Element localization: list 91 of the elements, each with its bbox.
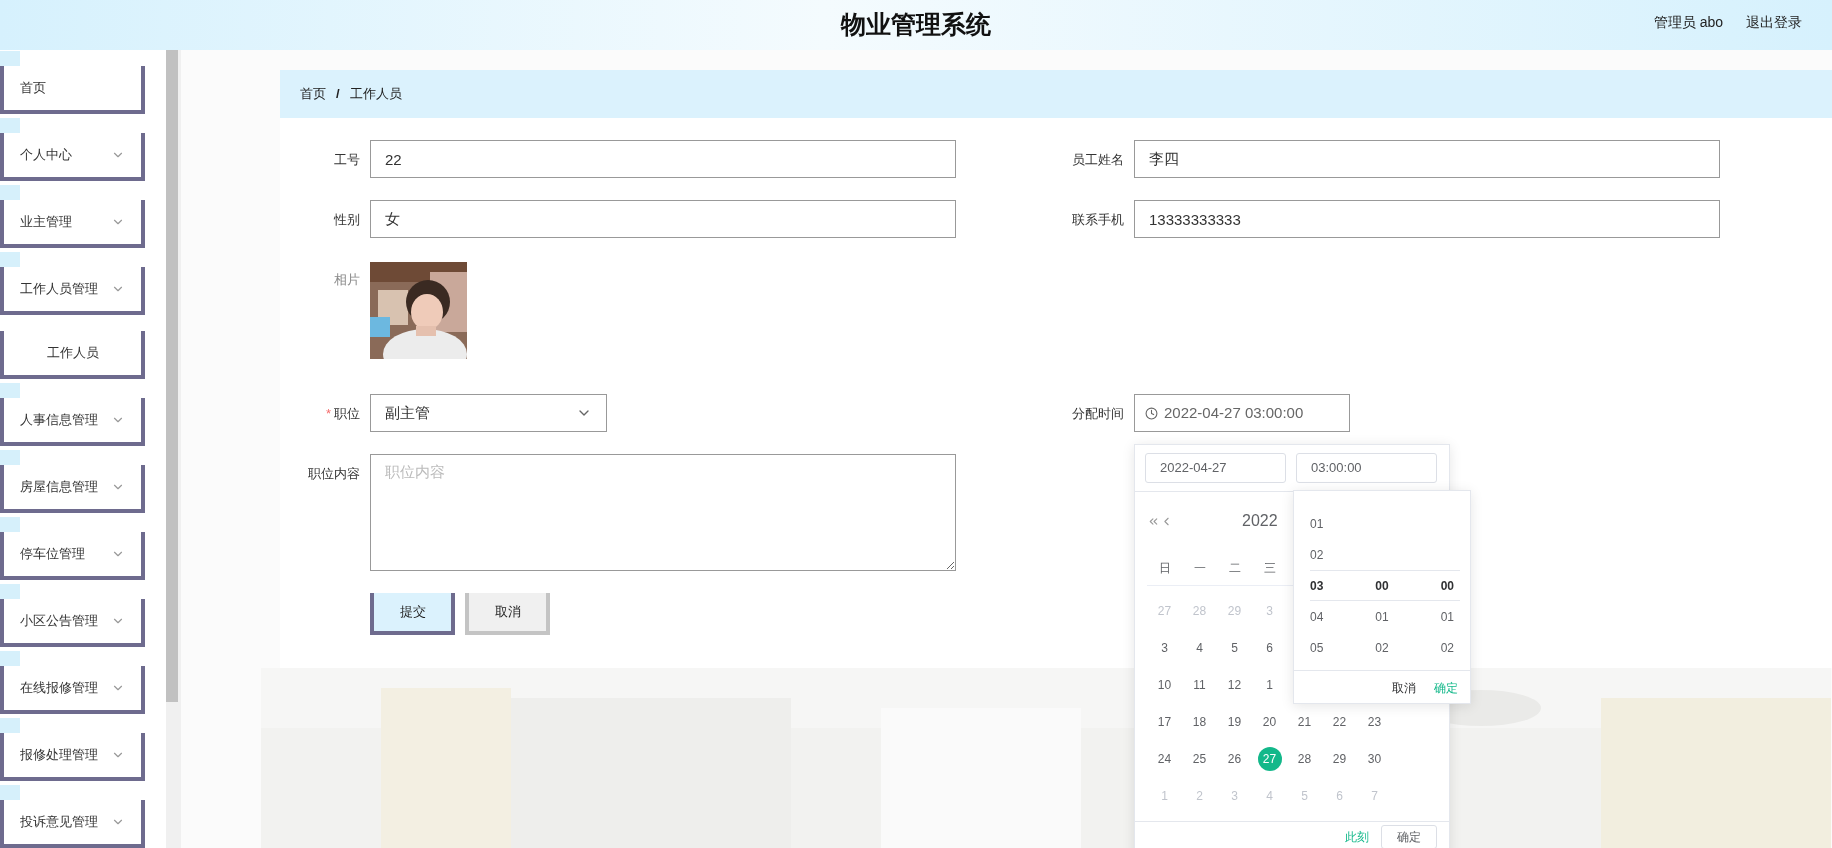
field-label: 员工姓名 <box>1072 151 1124 169</box>
field-label: 性别 <box>334 211 360 229</box>
calendar-day[interactable]: 12 <box>1227 675 1242 694</box>
calendar-day[interactable]: 23 <box>1367 712 1382 731</box>
calendar-day[interactable]: 28 <box>1297 749 1312 768</box>
datetime-field[interactable]: 2022-04-27 03:00:00 <box>1134 394 1350 432</box>
breadcrumb-link[interactable]: 首页 <box>300 84 326 104</box>
calendar-day[interactable]: 20 <box>1262 712 1277 731</box>
calendar-day[interactable]: 19 <box>1227 712 1242 731</box>
sidebar-item[interactable]: 停车位管理 <box>0 532 145 580</box>
required-mark: * <box>325 405 331 423</box>
calendar-day[interactable]: 22 <box>1332 712 1347 731</box>
text-field[interactable]: 13333333333 <box>1134 200 1720 238</box>
sidebar-marker <box>0 718 20 733</box>
sidebar-marker <box>0 185 20 200</box>
sidebar-marker <box>0 51 20 66</box>
user-label: 管理员 abo <box>1653 12 1723 32</box>
sidebar-item[interactable]: 在线报修管理 <box>0 666 145 714</box>
calendar-day[interactable]: 3 <box>1161 638 1168 657</box>
calendar-day[interactable]: 4 <box>1196 638 1203 657</box>
sidebar-item[interactable]: 报修处理管理 <box>0 733 145 781</box>
calendar-day[interactable]: 29 <box>1332 749 1347 768</box>
calendar-day[interactable]: 1 <box>1266 675 1273 694</box>
calendar-day[interactable]: 5 <box>1231 638 1238 657</box>
time-option[interactable]: 02 <box>1375 638 1389 657</box>
calendar-day[interactable]: 30 <box>1367 749 1382 768</box>
weekday-label: 二 <box>1227 559 1242 577</box>
calendar-year: 2022 <box>1242 511 1278 531</box>
weekday-label: 一 <box>1192 559 1207 577</box>
sidebar-item[interactable]: 房屋信息管理 <box>0 465 145 513</box>
sidebar-marker <box>0 383 20 398</box>
field-label: 联系手机 <box>1072 211 1124 229</box>
scrollbar-thumb[interactable] <box>166 50 178 702</box>
time-option[interactable]: 01 <box>1375 607 1389 626</box>
sidebar-marker <box>0 118 20 133</box>
logout-link[interactable]: 退出登录 <box>1746 11 1802 33</box>
cancel-button[interactable]: 取消 <box>465 593 550 635</box>
select-field[interactable]: 副主管 <box>370 394 607 432</box>
breadcrumb-link[interactable]: 工作人员 <box>349 84 402 104</box>
sidebar-item[interactable]: 工作人员管理 <box>0 267 145 315</box>
sidebar-marker <box>0 252 20 267</box>
sidebar-item[interactable]: 首页 <box>0 66 145 114</box>
time-option[interactable]: 04 <box>1310 607 1324 626</box>
time-option[interactable]: 00 <box>1375 576 1389 595</box>
text-field[interactable]: 22 <box>370 140 956 178</box>
sidebar-marker <box>0 651 20 666</box>
time-option[interactable]: 01 <box>1440 607 1454 626</box>
time-option[interactable]: 03 <box>1310 576 1324 595</box>
calendar-day[interactable]: 18 <box>1192 712 1207 731</box>
calendar-day[interactable]: 10 <box>1157 675 1172 694</box>
field-label: 职位内容 <box>308 465 360 483</box>
date-field[interactable]: 2022-04-27 <box>1145 453 1286 483</box>
time-option[interactable]: 02 <box>1440 638 1454 657</box>
field-label: 相片 <box>334 271 360 289</box>
calendar-day[interactable]: 24 <box>1157 749 1172 768</box>
confirm-button[interactable]: 确定 <box>1381 825 1437 848</box>
cancel-button[interactable]: 取消 <box>1392 678 1416 697</box>
calendar-day[interactable]: 26 <box>1227 749 1242 768</box>
time-field[interactable]: 03:00:00 <box>1296 453 1437 483</box>
sidebar-item[interactable]: 人事信息管理 <box>0 398 145 446</box>
text-field[interactable]: 李四 <box>1134 140 1720 178</box>
sidebar-marker <box>0 517 20 532</box>
clock-icon <box>1145 406 1158 420</box>
field-label: 工号 <box>334 151 360 169</box>
weekday-label: 日 <box>1157 559 1172 577</box>
sidebar-item[interactable]: 工作人员 <box>0 331 145 379</box>
sidebar-item[interactable]: 小区公告管理 <box>0 599 145 647</box>
app-title: 物业管理系统 <box>841 9 991 41</box>
sidebar-item[interactable]: 业主管理 <box>0 200 145 248</box>
calendar-day[interactable]: 25 <box>1192 749 1207 768</box>
time-option[interactable]: 01 <box>1310 514 1324 533</box>
breadcrumb-separator: / <box>336 85 340 104</box>
textarea-field[interactable]: 职位内容 <box>370 454 956 571</box>
submit-button[interactable]: 提交 <box>370 593 455 635</box>
time-option[interactable]: 00 <box>1440 576 1454 595</box>
calendar-day[interactable]: 21 <box>1297 712 1312 731</box>
field-label: 分配时间 <box>1072 405 1124 423</box>
scrollbar[interactable] <box>166 50 181 848</box>
sidebar-marker <box>0 785 20 800</box>
calendar-day[interactable]: 17 <box>1157 712 1172 731</box>
sidebar-item[interactable]: 投诉意见管理 <box>0 800 145 848</box>
time-option[interactable]: 05 <box>1310 638 1324 657</box>
sidebar-item[interactable]: 个人中心 <box>0 133 145 181</box>
text-field[interactable]: 女 <box>370 200 956 238</box>
calendar-day[interactable]: 11 <box>1193 675 1206 694</box>
field-label: 职位 <box>334 405 360 423</box>
weekday-label: 三 <box>1262 559 1277 577</box>
sidebar-marker <box>0 450 20 465</box>
calendar-day[interactable]: 6 <box>1266 638 1273 657</box>
sidebar-marker <box>0 584 20 599</box>
time-option[interactable]: 02 <box>1310 545 1324 564</box>
